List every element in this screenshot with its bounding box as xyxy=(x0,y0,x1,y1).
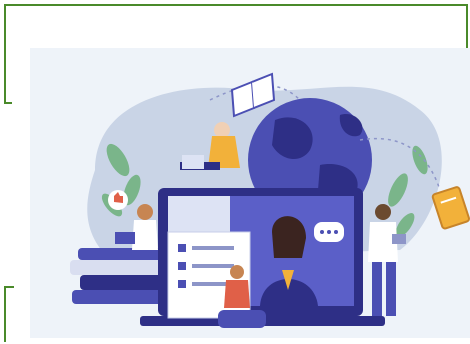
online-learning-illustration xyxy=(30,48,470,338)
chat-bubble-icon xyxy=(314,222,344,242)
like-icon xyxy=(108,190,128,210)
laptop-icon xyxy=(115,232,135,244)
laptop-icon xyxy=(392,234,406,244)
laptop-icon xyxy=(182,155,204,169)
